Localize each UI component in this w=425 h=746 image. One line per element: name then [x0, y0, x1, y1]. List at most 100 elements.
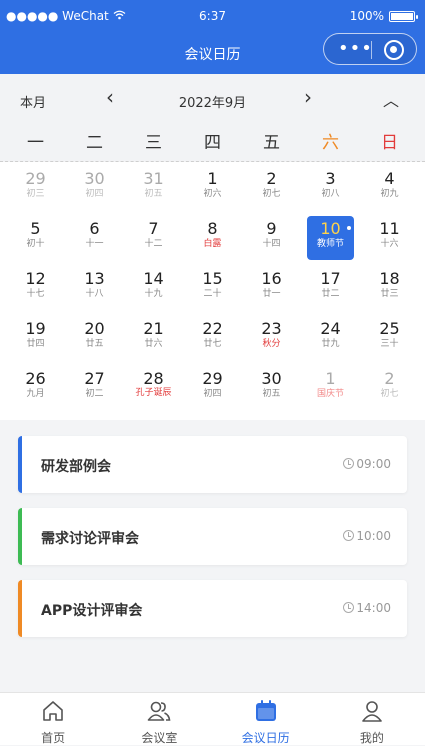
calendar-day[interactable]: 31 初五	[124, 163, 183, 213]
next-month-button[interactable]: ›	[304, 85, 312, 109]
more-menu-button[interactable]: •••	[338, 38, 373, 59]
calendar-header: 本月 ‹ 2022年9月 › ︿	[0, 74, 425, 124]
lunar-label: 九月	[26, 389, 45, 399]
day-number: 5	[30, 219, 41, 238]
capsule-divider	[371, 41, 372, 59]
calendar-day[interactable]: 8 白露	[183, 213, 242, 263]
day-number: 25	[379, 319, 400, 338]
calendar-day[interactable]: 30 初五	[242, 363, 301, 413]
day-number: 16	[261, 269, 282, 288]
tab-home[interactable]: 首页	[0, 693, 106, 745]
day-number: 7	[148, 219, 159, 238]
tab-calendar[interactable]: 会议日历	[213, 693, 319, 745]
lunar-label: 廿九	[321, 339, 340, 349]
users-icon	[106, 698, 212, 728]
calendar-day[interactable]: 24 廿九	[301, 313, 360, 363]
top-bar: ●●●●● WeChat 6:37 100% 会议日历 •••	[0, 0, 425, 74]
day-number: 30	[84, 169, 105, 188]
calendar-week-row: 19 廿四 20 廿五 21 廿六 22 廿七 23 秋分 24 廿九 25 三十	[6, 313, 419, 363]
day-number: 26	[25, 369, 46, 388]
weekday-label: 二	[86, 133, 103, 153]
day-number: 1	[207, 169, 218, 188]
calendar-day[interactable]: 28 孔子诞辰	[124, 363, 183, 413]
day-number: 19	[25, 319, 46, 338]
tab-users[interactable]: 会议室	[106, 693, 212, 745]
lunar-label: 十一	[85, 239, 104, 249]
month-label: 2022年9月	[178, 96, 247, 111]
calendar-day-selected[interactable]: 10 教师节	[301, 213, 360, 263]
lunar-label: 初四	[85, 189, 104, 199]
calendar-day[interactable]: 7 十二	[124, 213, 183, 263]
lunar-label: 廿二	[321, 289, 340, 299]
calendar-day[interactable]: 3 初八	[301, 163, 360, 213]
calendar-day[interactable]: 20 廿五	[65, 313, 124, 363]
day-number: 11	[379, 219, 400, 238]
battery-icon	[389, 10, 418, 22]
weekday-header: 一二三四五六日	[0, 124, 425, 162]
calendar-day[interactable]: 26 九月	[6, 363, 65, 413]
calendar-day[interactable]: 17 廿二	[301, 263, 360, 313]
calendar-day[interactable]: 1 初六	[183, 163, 242, 213]
calendar-day[interactable]: 29 初三	[6, 163, 65, 213]
weekday-label: 五	[263, 133, 280, 153]
lunar-label: 孔子诞辰	[135, 388, 172, 398]
calendar-day[interactable]: 2 初七	[242, 163, 301, 213]
calendar-day[interactable]: 12 十七	[6, 263, 65, 313]
meeting-time: 14:00	[343, 601, 391, 615]
meeting-list: 研发部例会 09:00 需求讨论评审会 10:00 APP设计评审会 14:00	[18, 436, 407, 652]
calendar-day[interactable]: 4 初九	[360, 163, 419, 213]
meeting-time-text: 09:00	[356, 457, 391, 471]
calendar-day[interactable]: 15 二十	[183, 263, 242, 313]
lunar-label: 十二	[144, 239, 163, 249]
calendar-day[interactable]: 14 十九	[124, 263, 183, 313]
day-number: 29	[25, 169, 46, 188]
calendar-day[interactable]: 21 廿六	[124, 313, 183, 363]
calendar-day[interactable]: 6 十一	[65, 213, 124, 263]
close-mini-program-icon[interactable]	[384, 40, 404, 60]
calendar-day[interactable]: 5 初十	[6, 213, 65, 263]
lunar-label: 廿六	[144, 339, 163, 349]
calendar-week-row: 26 九月 27 初二 28 孔子诞辰 29 初四 30 初五 1 国庆节 2 初七	[6, 363, 419, 413]
calendar-day[interactable]: 29 初四	[183, 363, 242, 413]
day-number: 23	[261, 319, 282, 338]
calendar-day[interactable]: 22 廿七	[183, 313, 242, 363]
day-number: 2	[384, 369, 395, 388]
lunar-label: 初二	[85, 389, 104, 399]
calendar-day[interactable]: 19 廿四	[6, 313, 65, 363]
calendar-day[interactable]: 11 十六	[360, 213, 419, 263]
lunar-label: 初四	[203, 389, 222, 399]
tab-label: 我的	[359, 731, 384, 745]
meeting-card[interactable]: 研发部例会 09:00	[18, 436, 407, 493]
day-number: 2	[266, 169, 277, 188]
calendar-day[interactable]: 16 廿一	[242, 263, 301, 313]
calendar-day[interactable]: 18 廿三	[360, 263, 419, 313]
lunar-label: 廿五	[85, 339, 104, 349]
day-number: 4	[384, 169, 395, 188]
day-number: 6	[89, 219, 100, 238]
tab-user[interactable]: 我的	[319, 693, 425, 745]
day-number: 29	[202, 369, 223, 388]
calendar-day[interactable]: 9 十四	[242, 213, 301, 263]
clock-icon	[343, 530, 355, 541]
day-number: 12	[25, 269, 46, 288]
lunar-label: 十七	[26, 289, 45, 299]
calendar-day[interactable]: 23 秋分	[242, 313, 301, 363]
calendar-day[interactable]: 2 初七	[360, 363, 419, 413]
tab-bar: 首页 会议室 会议日历 我的	[0, 692, 425, 745]
lunar-label: 初九	[380, 189, 399, 199]
calendar-day[interactable]: 27 初二	[65, 363, 124, 413]
home-icon	[0, 698, 106, 728]
status-bar: ●●●●● WeChat 6:37 100%	[0, 8, 425, 28]
calendar-day[interactable]: 1 国庆节	[301, 363, 360, 413]
calendar-day[interactable]: 25 三十	[360, 313, 419, 363]
meeting-card[interactable]: 需求讨论评审会 10:00	[18, 508, 407, 565]
collapse-calendar-button[interactable]: ︿	[383, 87, 399, 111]
meeting-card[interactable]: APP设计评审会 14:00	[18, 580, 407, 637]
day-number: 10	[320, 219, 341, 238]
calendar-day[interactable]: 30 初四	[65, 163, 124, 213]
meeting-color-bar	[18, 580, 22, 637]
weekday-label: 六	[322, 133, 339, 153]
lunar-label: 廿四	[26, 339, 45, 349]
calendar-day[interactable]: 13 十八	[65, 263, 124, 313]
calendar-week-row: 5 初十 6 十一 7 十二 8 白露 9 十四 10 教师节 11 十六	[6, 213, 419, 263]
